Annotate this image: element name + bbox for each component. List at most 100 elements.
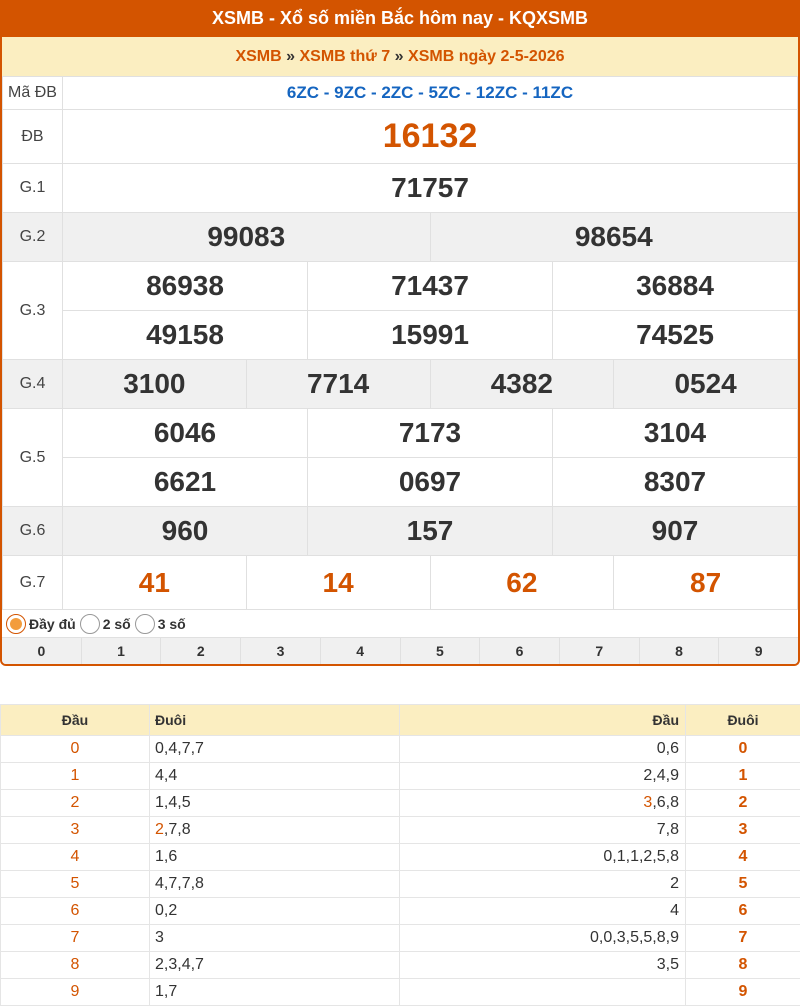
loto-heads-text: ,6,8 bbox=[652, 794, 679, 811]
loto-tails: 4,7,7,8 bbox=[149, 870, 400, 898]
g7-number: 87 bbox=[613, 555, 798, 610]
loto-tail-digit: 4 bbox=[685, 843, 800, 871]
loto-heads: 0,6 bbox=[399, 735, 686, 763]
loto-head-digit: 6 bbox=[0, 897, 150, 925]
digit-filter-5[interactable]: 5 bbox=[401, 638, 481, 664]
g3-number: 71437 bbox=[307, 261, 553, 311]
g5-label: G.5 bbox=[2, 408, 63, 507]
loto-row: 7 3 0,0,3,5,5,8,9 7 bbox=[0, 924, 800, 952]
g3-number: 49158 bbox=[62, 310, 308, 360]
loto-heads-text: 2,4,9 bbox=[643, 767, 679, 784]
loto-head-digit: 1 bbox=[0, 762, 150, 790]
g7-number: 41 bbox=[62, 555, 247, 610]
radio-icon[interactable] bbox=[79, 613, 100, 634]
option-three-digits[interactable]: 3 số bbox=[134, 613, 186, 634]
breadcrumb-weekday[interactable]: XSMB thứ 7 bbox=[300, 48, 391, 65]
loto-head-digit: 9 bbox=[0, 978, 150, 1006]
breadcrumb-xsmb[interactable]: XSMB bbox=[235, 48, 281, 65]
breadcrumb-date[interactable]: XSMB ngày 2-5-2026 bbox=[408, 48, 565, 65]
results-table: Mã ĐB 6ZC - 9ZC - 2ZC - 5ZC - 12ZC - 11Z… bbox=[2, 76, 798, 610]
breadcrumb: XSMB » XSMB thứ 7 » XSMB ngày 2-5-2026 bbox=[2, 37, 798, 76]
digit-filter-6[interactable]: 6 bbox=[480, 638, 560, 664]
breadcrumb-sep: » bbox=[286, 48, 296, 65]
g5-number: 3104 bbox=[552, 408, 798, 458]
loto-row: 4 1,6 0,1,1,2,5,8 4 bbox=[0, 843, 800, 871]
g3-number: 74525 bbox=[552, 310, 798, 360]
loto-tail-digit: 3 bbox=[685, 816, 800, 844]
loto-tails-text: 1,7 bbox=[155, 983, 178, 1000]
header-duoi: Đuôi bbox=[685, 704, 800, 736]
option-full[interactable]: Đầy đủ bbox=[6, 613, 76, 634]
display-options: Đầy đủ 2 số 3 số bbox=[2, 610, 798, 638]
loto-tails: 1,7 bbox=[149, 978, 400, 1006]
loto-heads bbox=[399, 978, 686, 1006]
radio-selected-icon[interactable] bbox=[6, 613, 26, 634]
digit-filter-1[interactable]: 1 bbox=[82, 638, 162, 664]
loto-tails: 2,7,8 bbox=[149, 816, 400, 844]
option-full-label: Đầy đủ bbox=[29, 615, 76, 632]
loto-heads: 2 bbox=[399, 870, 686, 898]
loto-tails-text: 0,4,7,7 bbox=[155, 740, 204, 757]
loto-tails: 4,4 bbox=[149, 762, 400, 790]
loto-tails: 1,6 bbox=[149, 843, 400, 871]
loto-tails: 0,2 bbox=[149, 897, 400, 925]
madb-label: Mã ĐB bbox=[2, 76, 63, 110]
g5-number: 6621 bbox=[62, 457, 308, 507]
loto-tails-text: 1,6 bbox=[155, 848, 178, 865]
loto-head-digit: 2 bbox=[0, 789, 150, 817]
g3-number: 86938 bbox=[62, 261, 308, 311]
header-dau: Đầu bbox=[0, 704, 150, 736]
loto-heads-text: 0,6 bbox=[656, 740, 679, 757]
option-two-digits[interactable]: 2 số bbox=[79, 613, 131, 634]
digit-filter-3[interactable]: 3 bbox=[241, 638, 321, 664]
g4-number: 4382 bbox=[429, 359, 615, 409]
g4-number: 0524 bbox=[613, 359, 798, 409]
loto-row: 3 2,7,8 7,8 3 bbox=[0, 816, 800, 844]
loto-table: Đầu Đuôi Đầu Đuôi 0 0,4,7,7 0,6 0 1 4,4 2,4,9 1… bbox=[0, 704, 800, 1006]
g4-label: G.4 bbox=[2, 359, 63, 409]
g7-label: G.7 bbox=[2, 555, 63, 610]
loto-tails-text: 0,2 bbox=[155, 902, 178, 919]
loto-tail-digit: 5 bbox=[685, 870, 800, 898]
digit-filter: 0 1 2 3 4 5 6 7 8 9 bbox=[2, 638, 798, 664]
loto-row: 9 1,7 9 bbox=[0, 978, 800, 1006]
option-two-label: 2 số bbox=[102, 615, 131, 632]
loto-tails-text: ,7,8 bbox=[163, 821, 191, 838]
radio-icon[interactable] bbox=[134, 613, 155, 634]
loto-row: 5 4,7,7,8 2 5 bbox=[0, 870, 800, 898]
g3-number: 15991 bbox=[307, 310, 553, 360]
loto-row: 0 0,4,7,7 0,6 0 bbox=[0, 735, 800, 763]
loto-tails: 2,3,4,7 bbox=[149, 951, 400, 979]
g1-label: G.1 bbox=[2, 163, 63, 213]
loto-head-digit: 5 bbox=[0, 870, 150, 898]
madb-value: 6ZC - 9ZC - 2ZC - 5ZC - 12ZC - 11ZC bbox=[62, 76, 798, 110]
loto-tail-digit: 2 bbox=[685, 789, 800, 817]
loto-tails-text: 4,7,7,8 bbox=[155, 875, 204, 892]
option-three-label: 3 số bbox=[157, 615, 186, 632]
loto-row: 8 2,3,4,7 3,5 8 bbox=[0, 951, 800, 979]
loto-head-digit: 4 bbox=[0, 843, 150, 871]
loto-head-digit: 7 bbox=[0, 924, 150, 952]
g2-number: 98654 bbox=[429, 212, 798, 262]
loto-heads: 3,6,8 bbox=[399, 789, 686, 817]
db-label: ĐB bbox=[2, 109, 63, 164]
loto-heads: 2,4,9 bbox=[399, 762, 686, 790]
loto-heads-text: 3,5 bbox=[656, 956, 679, 973]
digit-filter-2[interactable]: 2 bbox=[161, 638, 242, 664]
g4-number: 3100 bbox=[62, 359, 247, 409]
digit-filter-4[interactable]: 4 bbox=[321, 638, 401, 664]
digit-filter-0[interactable]: 0 bbox=[2, 638, 82, 664]
g4-number: 7714 bbox=[245, 359, 431, 409]
loto-tail-digit: 0 bbox=[685, 735, 800, 763]
g2-label: G.2 bbox=[2, 212, 63, 262]
g5-number: 0697 bbox=[307, 457, 553, 507]
digit-filter-8[interactable]: 8 bbox=[640, 638, 720, 664]
g6-number: 960 bbox=[62, 506, 308, 556]
digit-filter-9[interactable]: 9 bbox=[719, 638, 798, 664]
loto-row: 1 4,4 2,4,9 1 bbox=[0, 762, 800, 790]
digit-filter-7[interactable]: 7 bbox=[560, 638, 640, 664]
g7-number: 14 bbox=[245, 555, 431, 610]
loto-heads-text: 0,0,3,5,5,8,9 bbox=[590, 929, 679, 946]
loto-heads: 3,5 bbox=[399, 951, 686, 979]
loto-tail-digit: 9 bbox=[685, 978, 800, 1006]
